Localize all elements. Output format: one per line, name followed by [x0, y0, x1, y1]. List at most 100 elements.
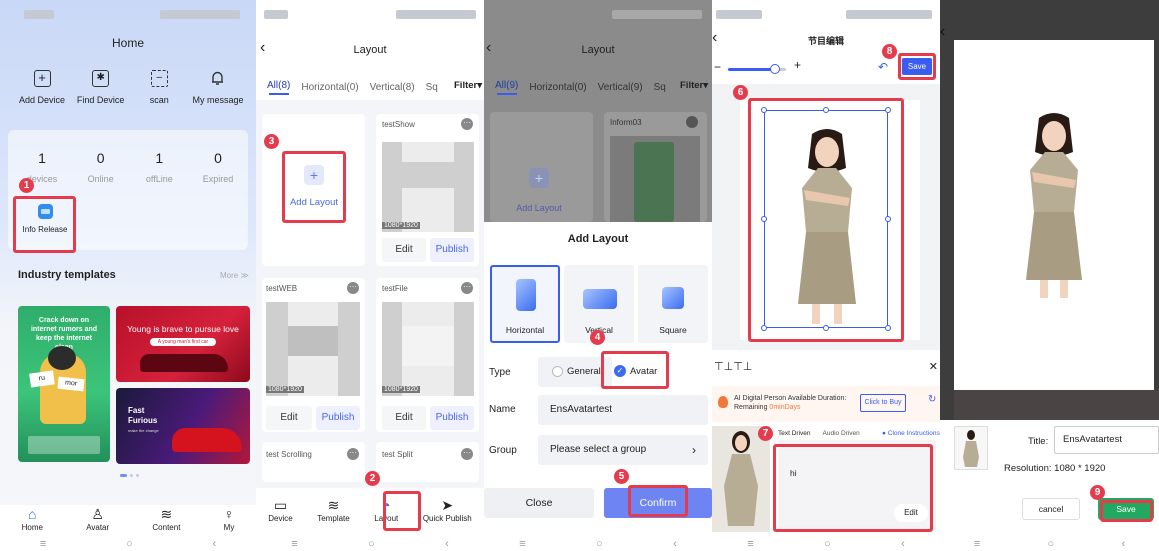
info-release-icon	[37, 204, 53, 219]
more-options-icon[interactable]: ···	[461, 448, 473, 460]
align-toolbar: ⊤ ⊥ ⊤ ⊥ ✕	[712, 360, 940, 373]
step-marker-9: 9	[1090, 485, 1105, 500]
layout-card-testweb[interactable]: testWEB ··· 1080*1920 Edit Publish	[262, 278, 365, 432]
home-circle-icon[interactable]: ○	[596, 538, 603, 550]
layout-card-testfile[interactable]: testFile ··· 1080*1920 Edit Publish	[376, 278, 479, 432]
save-dialog: Title: EnsAvatartest Resolution: 1080 * …	[940, 420, 1159, 551]
close-button[interactable]: Close	[484, 488, 594, 518]
bluetooth-icon: ✱	[92, 70, 110, 87]
back-icon[interactable]: ‹	[445, 538, 449, 550]
layout-card-test-scrolling[interactable]: test Scrolling ···	[262, 442, 365, 482]
filter-button[interactable]: Filter▾	[452, 80, 483, 91]
filter-caret-icon: ▾	[477, 80, 483, 91]
stat-expired[interactable]: 0 Expired	[190, 150, 246, 184]
filter-button[interactable]: Filter▾	[680, 80, 708, 91]
menu-icon[interactable]: ≡	[747, 538, 753, 550]
dialog-title: Add Layout	[567, 233, 629, 245]
chevron-right-icon: ›	[692, 443, 696, 457]
send-icon: ➤	[441, 497, 454, 513]
align-middle-icon[interactable]: ⊥	[724, 360, 734, 373]
highlight-avatar	[748, 98, 904, 342]
back-icon[interactable]: ‹	[1122, 538, 1126, 550]
edit-button[interactable]: Edit	[382, 406, 426, 430]
zoom-slider-thumb[interactable]	[770, 64, 780, 74]
system-navbar: ≡ ○ ‹	[0, 537, 256, 551]
align-top-icon[interactable]: ⊤	[714, 360, 724, 373]
page-title: 节目编辑	[807, 36, 844, 46]
name-input[interactable]: EnsAvatartest	[538, 395, 708, 425]
back-icon[interactable]: ‹	[673, 538, 677, 550]
edit-button[interactable]: Edit	[382, 238, 426, 262]
close-icon[interactable]: ✕	[929, 360, 938, 373]
cancel-button[interactable]: cancel	[1022, 498, 1080, 520]
step-marker-4: 4	[590, 330, 605, 345]
menu-icon[interactable]: ≡	[40, 538, 46, 550]
tab-all[interactable]: All(8)	[267, 80, 290, 95]
more-options-icon[interactable]: ···	[461, 118, 473, 130]
highlight-confirm	[628, 485, 688, 517]
home-circle-icon[interactable]: ○	[1048, 538, 1055, 550]
menu-icon[interactable]: ≡	[974, 538, 980, 550]
avatar-thumbnail[interactable]	[712, 426, 770, 532]
info-icon: ●	[882, 430, 886, 437]
click-to-buy-button[interactable]: Click to Buy	[860, 394, 906, 412]
align-bottom-icon[interactable]: ⊥	[743, 360, 753, 373]
orientation-square[interactable]: Square	[638, 265, 708, 343]
home-circle-icon[interactable]: ○	[824, 538, 831, 550]
clone-instructions-link[interactable]: ● Clone Instructions	[882, 430, 940, 437]
more-options-icon[interactable]: ···	[461, 282, 473, 294]
page-title: Home	[111, 36, 144, 50]
step-marker-3: 3	[264, 134, 279, 149]
back-icon[interactable]: ‹	[901, 538, 905, 550]
orientation-horizontal[interactable]: Horizontal	[490, 265, 560, 343]
industry-templates-title: Industry templates	[18, 269, 116, 281]
highlight-save	[1100, 500, 1153, 522]
title-input[interactable]: EnsAvatartest	[1054, 426, 1159, 454]
publish-button[interactable]: Publish	[430, 238, 474, 262]
square-icon	[662, 287, 684, 309]
my-message-button[interactable]: My message	[190, 70, 246, 105]
page-title: Layout	[353, 44, 387, 56]
zoom-in-icon[interactable]: +	[794, 58, 801, 72]
undo-icon[interactable]: ↶	[878, 60, 888, 74]
zoom-slider[interactable]	[728, 64, 786, 74]
tab-text-driven[interactable]: Text Driven	[778, 430, 811, 437]
tab-audio-driven[interactable]: Audio Driven	[823, 430, 860, 437]
edit-button[interactable]: Edit	[266, 406, 312, 430]
home-circle-icon[interactable]: ○	[368, 538, 375, 550]
find-device-button[interactable]: ✱ Find Device	[73, 70, 129, 105]
user-icon: ♀	[223, 506, 235, 522]
more-link[interactable]: More ≫	[220, 271, 249, 280]
tab-vertical[interactable]: Vertical(8)	[370, 82, 415, 93]
stat-online[interactable]: 0 Online	[73, 150, 129, 184]
home-circle-icon[interactable]: ○	[126, 538, 133, 550]
publish-button[interactable]: Publish	[316, 406, 360, 430]
scan-button[interactable]: – scan	[131, 70, 187, 105]
align-center-icon[interactable]: ⊤	[733, 360, 743, 373]
type-label: Type	[489, 367, 511, 378]
info-release-button[interactable]: Info Release	[16, 204, 74, 234]
more-options-icon[interactable]: ···	[347, 448, 359, 460]
template-card-love[interactable]: Young is brave to pursue love A young ma…	[116, 306, 250, 382]
plus-icon: +	[304, 165, 324, 185]
zoom-out-icon[interactable]: −	[714, 60, 721, 74]
stat-offline[interactable]: 1 offLine	[131, 150, 187, 184]
refresh-icon[interactable]: ↻	[928, 394, 936, 405]
system-navbar: ≡ ○ ‹	[256, 537, 484, 551]
publish-button[interactable]: Publish	[430, 406, 474, 430]
menu-icon[interactable]: ≡	[291, 538, 297, 550]
add-device-button[interactable]: + Add Device	[14, 70, 70, 105]
more-options-icon[interactable]: ···	[347, 282, 359, 294]
tab-horizontal[interactable]: Horizontal(0)	[301, 82, 358, 93]
menu-icon[interactable]: ≡	[519, 538, 525, 550]
layout-card-testshow[interactable]: testShow ··· 1080*1920 Edit Publish	[376, 114, 479, 266]
back-icon[interactable]: ‹	[212, 538, 216, 550]
layout-card-test-split[interactable]: test Split ···	[376, 442, 479, 482]
highlight-save	[898, 53, 936, 80]
template-card-rumors[interactable]: Crack down on internet rumors and keep t…	[18, 306, 110, 462]
tab-square[interactable]: Sq	[426, 82, 438, 93]
group-select[interactable]: Please select a group ›	[538, 435, 708, 465]
system-navbar: ≡ ○ ‹	[712, 537, 940, 551]
add-layout-button[interactable]: + Add Layout	[285, 165, 343, 208]
template-card-fast-furious[interactable]: Fast Furious make the change	[116, 388, 250, 464]
